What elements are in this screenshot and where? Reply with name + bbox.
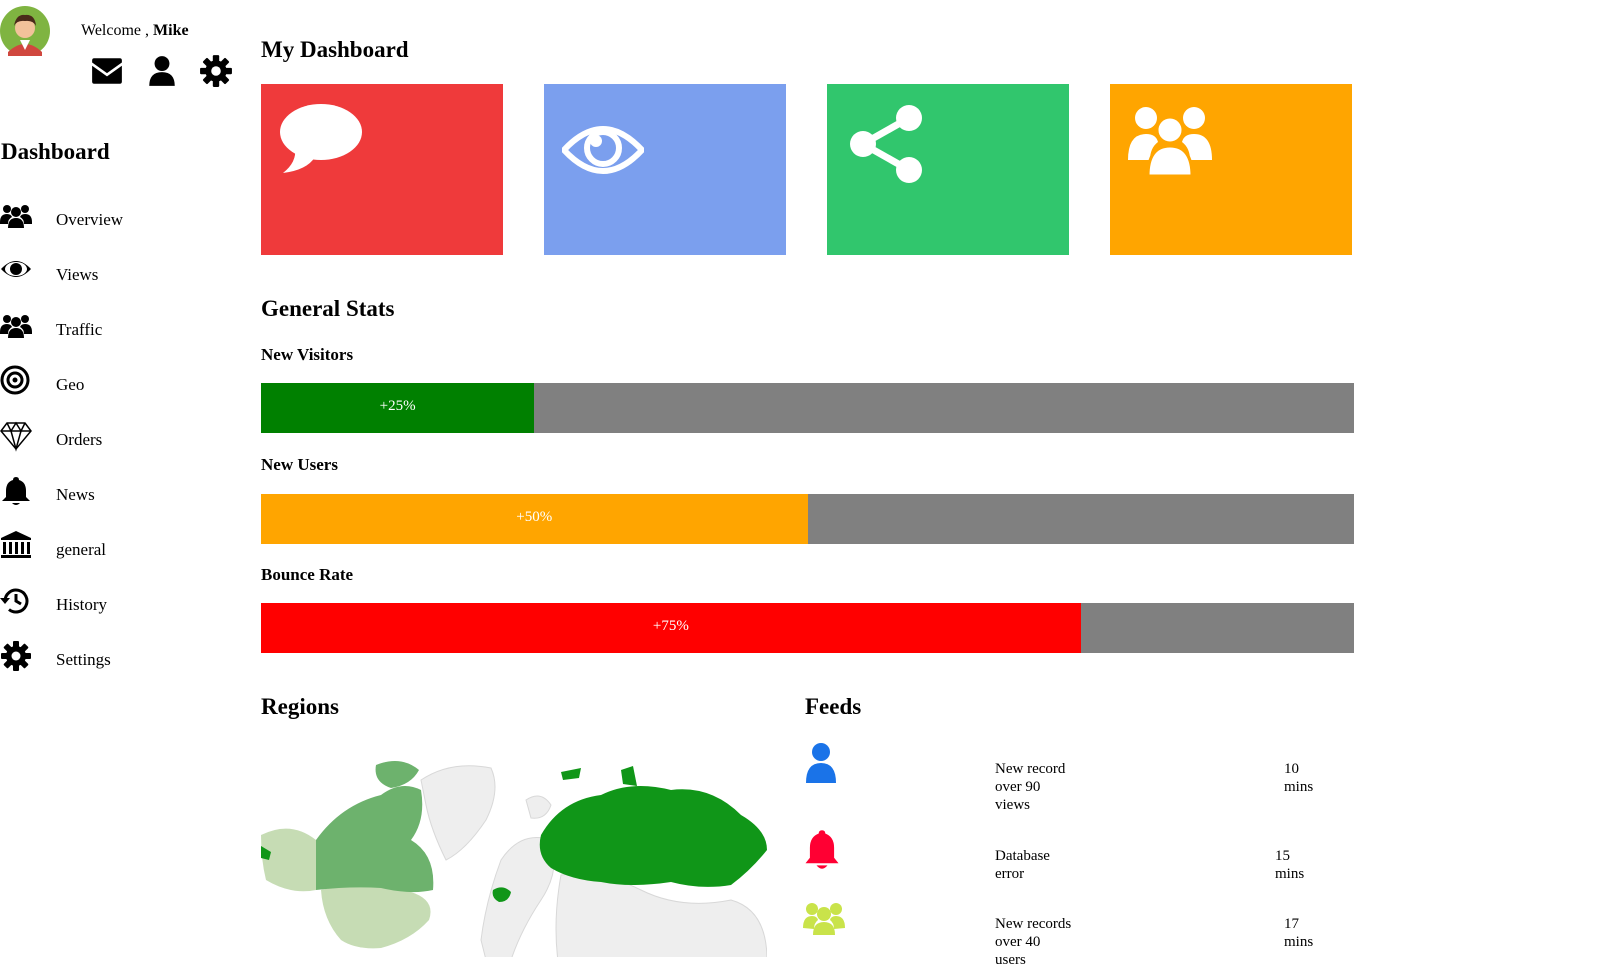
regions-title: Regions [261, 694, 339, 719]
progress-fill: +75% [261, 603, 1081, 653]
sidebar-item-views[interactable]: Views [0, 255, 200, 291]
gear-icon[interactable] [199, 54, 233, 88]
stat-label-new-users: New Users [261, 455, 338, 474]
eye-icon [1, 261, 31, 277]
feed-item-text: New records over 40 users [995, 915, 1105, 969]
feed-line: views [995, 797, 1030, 813]
progress-value: +50% [516, 509, 553, 525]
stats-title: General Stats [261, 296, 395, 321]
bank-icon [1, 531, 31, 558]
bell-icon [2, 477, 30, 505]
sidebar-item-geo[interactable]: Geo [0, 365, 200, 401]
bullseye-icon [0, 365, 30, 395]
page-title: My Dashboard [261, 37, 409, 62]
progress-value: +75% [652, 618, 689, 634]
sidebar-item-news[interactable]: News [0, 475, 200, 511]
avatar[interactable] [0, 6, 50, 56]
feed-users-icon [803, 900, 847, 944]
feed-line: New record [995, 761, 1066, 777]
users-icon [0, 205, 32, 228]
progress-fill: +25% [261, 383, 535, 433]
feed-time-unit: mins [1284, 779, 1314, 795]
feed-line: over 90 [995, 779, 1041, 795]
sidebar-item-label: Settings [56, 650, 111, 669]
diamond-icon [0, 421, 32, 452]
history-icon [0, 588, 29, 614]
feed-item-text: New record over 90 views [995, 760, 1105, 814]
feed-item-text: Database error [995, 847, 1105, 883]
sidebar-item-settings[interactable]: Settings [0, 640, 200, 676]
tile-comments[interactable] [261, 84, 503, 255]
comment-icon [280, 104, 362, 173]
feed-time-unit: mins [1284, 934, 1314, 950]
welcome-text: Welcome , Mike [81, 22, 189, 40]
share-icon [850, 105, 922, 183]
progress-value: +25% [379, 398, 416, 414]
feed-bell-icon [804, 828, 844, 872]
feed-line: New records [995, 916, 1072, 932]
feed-item-time: 17 mins [1284, 915, 1344, 951]
sidebar-item-history[interactable]: History [0, 585, 200, 621]
feed-line: over 40 [995, 934, 1041, 950]
world-map[interactable] [261, 760, 767, 957]
feed-item-time: 10 mins [1284, 760, 1344, 796]
feed-time-value: 17 [1284, 916, 1299, 932]
progress-fill: +50% [261, 494, 808, 544]
feeds-title: Feeds [805, 694, 862, 719]
feed-line: error [995, 866, 1025, 882]
feed-line: users [995, 952, 1026, 968]
user-icon[interactable] [145, 54, 179, 88]
feed-user-icon [804, 742, 844, 786]
sidebar-item-traffic[interactable]: Traffic [0, 310, 200, 346]
feed-time-unit: mins [1275, 866, 1305, 882]
envelope-icon[interactable] [90, 54, 124, 88]
sidebar-item-label: Geo [56, 375, 85, 394]
sidebar-item-label: Traffic [56, 320, 103, 339]
sidebar-title: Dashboard [1, 139, 110, 164]
sidebar-item-general[interactable]: general [0, 530, 200, 566]
feed-time-value: 10 [1284, 761, 1299, 777]
sidebar-item-label: Orders [56, 430, 103, 449]
sidebar-item-label: History [56, 595, 107, 614]
feed-time-value: 15 [1275, 848, 1290, 864]
users-icon [1128, 107, 1212, 178]
tile-share[interactable] [827, 84, 1069, 255]
progress-new-users: +50% [261, 494, 1354, 544]
sidebar-item-label: Views [56, 265, 99, 284]
sidebar-item-label: general [56, 540, 107, 559]
sidebar-item-label: Overview [56, 210, 124, 229]
welcome-prefix: Welcome , [81, 22, 150, 39]
stat-label-bounce-rate: Bounce Rate [261, 565, 354, 584]
feed-line: Database [995, 848, 1050, 864]
feed-item-time: 15 mins [1275, 847, 1335, 883]
tile-views[interactable] [544, 84, 786, 255]
progress-new-visitors: +25% [261, 383, 1354, 433]
stat-label-new-visitors: New Visitors [261, 345, 354, 364]
sidebar-item-orders[interactable]: Orders [0, 420, 200, 456]
eye-icon [562, 126, 644, 174]
sidebar-item-overview[interactable]: Overview [0, 200, 200, 236]
tile-users[interactable] [1110, 84, 1352, 255]
sidebar-item-label: News [56, 485, 95, 504]
gear-icon [1, 641, 31, 671]
progress-bounce-rate: +75% [261, 603, 1354, 653]
user-name: Mike [153, 22, 189, 39]
users-icon [0, 315, 32, 338]
